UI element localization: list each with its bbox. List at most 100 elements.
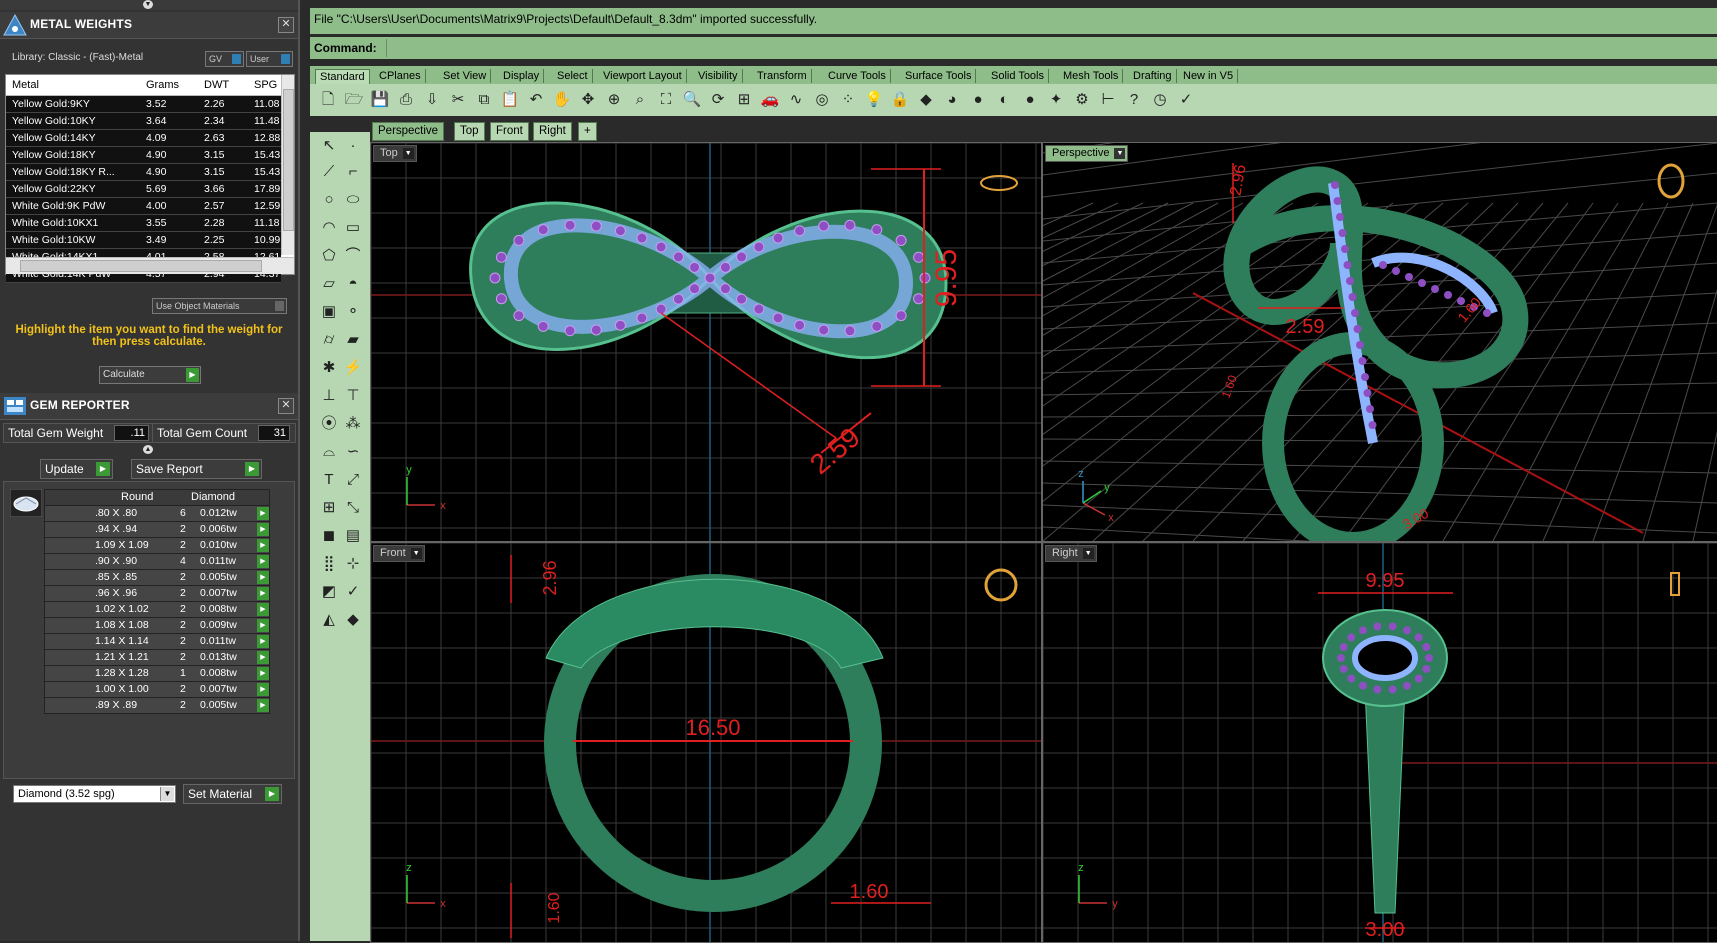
circle-icon[interactable]: ○ (318, 190, 340, 210)
metal-table[interactable]: Metal Grams DWT SPG Yellow Gold:9KY 3.52 2… (5, 74, 295, 283)
command-input[interactable] (386, 39, 1717, 57)
toolbar-tab[interactable]: Set View (439, 69, 492, 83)
toolbar-tab[interactable]: Standard (315, 69, 370, 85)
viewport-right-label[interactable]: Right ▼ (1045, 545, 1097, 562)
viewport-tab[interactable]: Perspective (372, 122, 445, 141)
explode-icon[interactable]: ⚡ (342, 358, 364, 378)
gem-row[interactable]: 1.02 X 1.02 2 0.008tw ▶ (44, 602, 270, 618)
save-report-button[interactable]: Save Report ▶ (131, 459, 262, 479)
group-icon[interactable]: ⁂ (342, 414, 364, 434)
plane-icon[interactable]: ▰ (342, 330, 364, 350)
gv-toggle[interactable]: GV (205, 51, 244, 67)
check-icon[interactable]: ✓ (1176, 90, 1196, 110)
boolean-icon[interactable]: ⦿ (318, 414, 340, 434)
viewport-top-canvas[interactable]: 9.95 2.59 x y (371, 143, 1041, 541)
play-icon[interactable]: ▶ (257, 699, 269, 712)
gem-row[interactable]: 1.28 X 1.28 1 0.008tw ▶ (44, 666, 270, 682)
play-icon[interactable]: ▶ (257, 571, 269, 584)
chevron-down-icon[interactable]: ▼ (143, 0, 153, 9)
paste-icon[interactable]: 📋 (500, 90, 520, 110)
shaded-sphere-icon[interactable]: ◐ (994, 90, 1014, 110)
polygon-icon[interactable]: ⬠ (318, 246, 340, 266)
viewport-top[interactable]: 9.95 2.59 x y Top ▼ (370, 142, 1042, 542)
viewport-front-label[interactable]: Front ▼ (373, 545, 425, 562)
box-icon[interactable]: ▣ (318, 302, 340, 322)
toolbar-tab[interactable]: Select (553, 69, 593, 83)
metal-row[interactable]: White Gold:10KW 3.49 2.25 10.99 (6, 232, 281, 249)
arc-icon[interactable]: ◠ (318, 218, 340, 238)
ellipse-icon[interactable]: ⬭ (342, 190, 364, 210)
render-material-icon[interactable]: ◭ (318, 610, 340, 630)
toolbar-tab[interactable]: CPlanes (375, 69, 426, 83)
col-dwt[interactable]: DWT (204, 79, 229, 91)
toolbar-tab[interactable]: Drafting (1129, 69, 1177, 83)
grid-array-icon[interactable]: ⣿ (318, 554, 340, 574)
toolbar-tab[interactable]: New in V5 (1179, 69, 1239, 83)
play-icon[interactable]: ▶ (257, 555, 269, 568)
chevron-down-icon[interactable]: ▼ (1114, 148, 1126, 159)
new-file-icon[interactable]: 🗋 (318, 90, 338, 110)
car-icon[interactable]: 🚗 (760, 90, 780, 110)
material-select[interactable]: Diamond (3.52 spg) ▼ (13, 785, 176, 803)
wand-icon[interactable]: ✦ (1046, 90, 1066, 110)
layer-icon[interactable]: ◆ (916, 90, 936, 110)
select-arrow-icon[interactable]: ↖ (318, 136, 340, 156)
gem-row[interactable]: .90 X .90 4 0.011tw ▶ (44, 554, 270, 570)
viewport-tab[interactable]: Front (490, 122, 529, 141)
gear-icon[interactable]: ⚙ (1072, 90, 1092, 110)
viewport-right[interactable]: 9.95 3.00 y z Right ▼ (1042, 542, 1717, 943)
viewport-perspective-label[interactable]: Perspective ▼ (1045, 145, 1129, 162)
col-grams[interactable]: Grams (146, 79, 179, 91)
solid-box-icon[interactable]: ◼ (318, 526, 340, 546)
print-icon[interactable]: ⎙ (396, 90, 416, 110)
viewport-front-canvas[interactable]: 16.50 2.96 1.60 1.60 x z (371, 543, 1041, 942)
use-object-materials-toggle[interactable]: Use Object Materials (152, 298, 287, 314)
viewport-front[interactable]: 16.50 2.96 1.60 1.60 x z Front ▼ (370, 542, 1042, 943)
scroll-thumb[interactable] (20, 260, 262, 272)
toolbar-tab[interactable]: Transform (753, 69, 812, 83)
gem-row[interactable]: 1.08 X 1.08 2 0.009tw ▶ (44, 618, 270, 634)
surface-icon[interactable]: ▱ (318, 274, 340, 294)
curve-points-icon[interactable]: ⌐ (342, 162, 364, 182)
copy-icon[interactable]: ⧉ (474, 90, 494, 110)
scale-icon[interactable]: ⤢ (342, 470, 364, 490)
chevron-down-icon[interactable]: ▼ (410, 548, 422, 559)
gem-tool-icon[interactable]: ✱ (318, 358, 340, 378)
toolbar-tab[interactable]: Solid Tools (987, 69, 1049, 83)
collapse-bar-gem[interactable]: ▲ (0, 445, 298, 455)
select-points-icon[interactable]: ⁘ (838, 90, 858, 110)
dimension-icon[interactable]: ⊢ (1098, 90, 1118, 110)
history-icon[interactable]: ◷ (1150, 90, 1170, 110)
blue-sphere-icon[interactable]: ● (1020, 90, 1040, 110)
undo-icon[interactable]: ↶ (526, 90, 546, 110)
col-metal[interactable]: Metal (12, 79, 39, 91)
spheres-icon[interactable]: ⚬ (342, 302, 364, 322)
analyze-icon[interactable]: ◩ (318, 582, 340, 602)
cylinder-icon[interactable]: ⌭ (318, 330, 340, 350)
light-bulb-icon[interactable]: 💡 (864, 90, 884, 110)
metal-row[interactable]: Yellow Gold:9KY 3.52 2.26 11.08 (6, 96, 281, 113)
metal-row[interactable]: White Gold:9K PdW 4.00 2.57 12.59 (6, 198, 281, 215)
chevron-up-icon[interactable]: ▲ (143, 445, 153, 454)
gem-row[interactable]: .94 X .94 2 0.006tw ▶ (44, 522, 270, 538)
gem-row[interactable]: 1.21 X 1.21 2 0.013tw ▶ (44, 650, 270, 666)
viewport-tab[interactable]: Top (454, 122, 485, 141)
metal-row[interactable]: Yellow Gold:18KY R... 4.90 3.15 15.43 (6, 164, 281, 181)
move-view-icon[interactable]: ✥ (578, 90, 598, 110)
calculate-button[interactable]: Calculate ▶ (99, 366, 201, 384)
viewport-right-canvas[interactable]: 9.95 3.00 y z (1043, 543, 1717, 942)
metal-row[interactable]: White Gold:10KX1 3.55 2.28 11.18 (6, 215, 281, 232)
metal-table-hscroll[interactable] (6, 257, 294, 274)
sweep-icon[interactable]: ∿ (786, 90, 806, 110)
fillet-icon[interactable]: ⌓ (318, 442, 340, 462)
toolbar-tab[interactable]: Mesh Tools (1059, 69, 1124, 83)
play-icon[interactable]: ▶ (257, 507, 269, 520)
gem-row[interactable]: .96 X .96 2 0.007tw ▶ (44, 586, 270, 602)
play-icon[interactable]: ▶ (257, 603, 269, 616)
toolbar-tab[interactable]: Curve Tools (824, 69, 891, 83)
play-icon[interactable]: ▶ (257, 539, 269, 552)
array-icon[interactable]: ⊞ (318, 498, 340, 518)
user-toggle[interactable]: User (246, 51, 293, 67)
point-icon[interactable]: · (342, 136, 364, 156)
gem-table[interactable]: Round Diamond .80 X .80 6 0.012tw ▶ .94 X .9… (44, 489, 270, 714)
